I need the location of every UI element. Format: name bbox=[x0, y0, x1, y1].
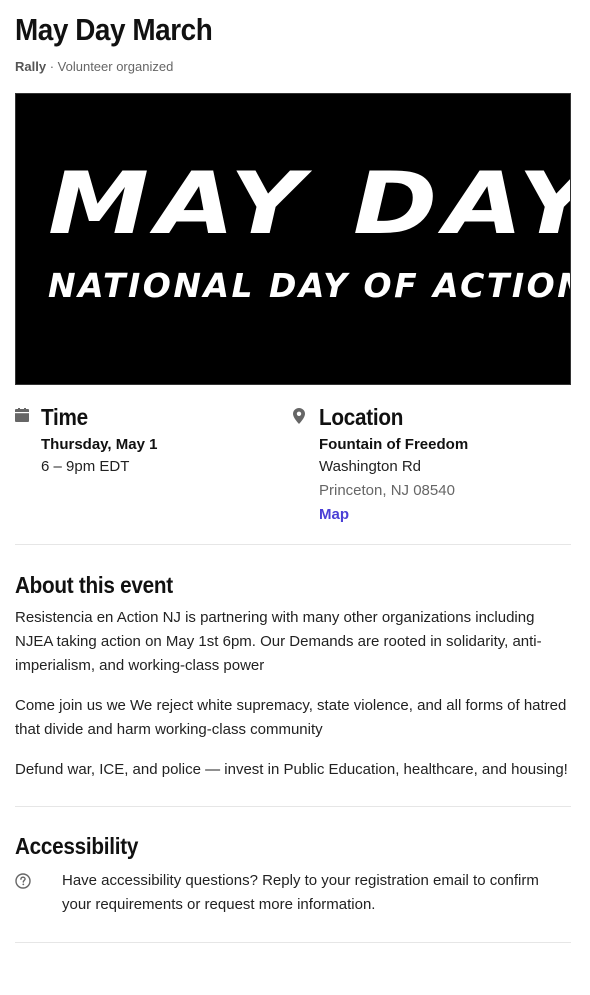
event-type: Rally bbox=[15, 59, 47, 74]
location-block: Location Fountain of Freedom Washington … bbox=[293, 404, 468, 544]
accessibility-heading: Accessibility bbox=[15, 833, 139, 859]
event-meta: Rally · Volunteer organized bbox=[15, 58, 575, 76]
event-page: May Day March Rally · Volunteer organize… bbox=[0, 0, 590, 943]
banner-subheadline: NATIONAL DAY OF ACTION bbox=[48, 266, 571, 305]
page-title: May Day March bbox=[15, 12, 213, 47]
about-paragraph: Resistencia en Action NJ is partnering w… bbox=[15, 609, 542, 674]
accessibility-text: Have accessibility questions? Reply to y… bbox=[62, 872, 539, 913]
time-block: Time Thursday, May 1 6 – 9pm EDT bbox=[15, 404, 293, 544]
event-info: Time Thursday, May 1 6 – 9pm EDT Locatio… bbox=[15, 404, 575, 544]
event-hours: 6 – 9pm EDT bbox=[41, 458, 130, 475]
banner-headline: MAY DAY bbox=[48, 154, 571, 254]
map-link[interactable]: Map bbox=[319, 506, 349, 523]
accessibility-section: Accessibility Have accessibility questio… bbox=[15, 807, 575, 917]
location-details: Location Fountain of Freedom Washington … bbox=[319, 404, 468, 544]
about-heading: About this event bbox=[15, 572, 173, 598]
question-circle-icon bbox=[15, 869, 62, 917]
about-section: About this event Resistencia en Action N… bbox=[15, 545, 575, 782]
event-date: Thursday, May 1 bbox=[41, 436, 158, 453]
time-details: Time Thursday, May 1 6 – 9pm EDT bbox=[41, 404, 157, 544]
location-heading: Location bbox=[319, 404, 404, 430]
section-divider bbox=[15, 942, 571, 943]
venue-name: Fountain of Freedom bbox=[319, 436, 469, 453]
event-organizer: Volunteer organized bbox=[57, 59, 174, 74]
calendar-icon bbox=[15, 404, 41, 544]
time-heading: Time bbox=[41, 404, 88, 430]
venue-street: Washington Rd bbox=[319, 458, 421, 475]
accessibility-row: Have accessibility questions? Reply to y… bbox=[15, 869, 575, 917]
about-paragraph: Defund war, ICE, and police — invest in … bbox=[15, 761, 568, 778]
about-paragraph: Come join us we We reject white supremac… bbox=[15, 697, 567, 738]
map-pin-icon bbox=[293, 404, 319, 544]
event-banner-image: MAY DAY NATIONAL DAY OF ACTION bbox=[15, 93, 571, 385]
venue-city: Princeton, NJ 08540 bbox=[319, 482, 455, 499]
meta-separator: · bbox=[49, 59, 58, 74]
